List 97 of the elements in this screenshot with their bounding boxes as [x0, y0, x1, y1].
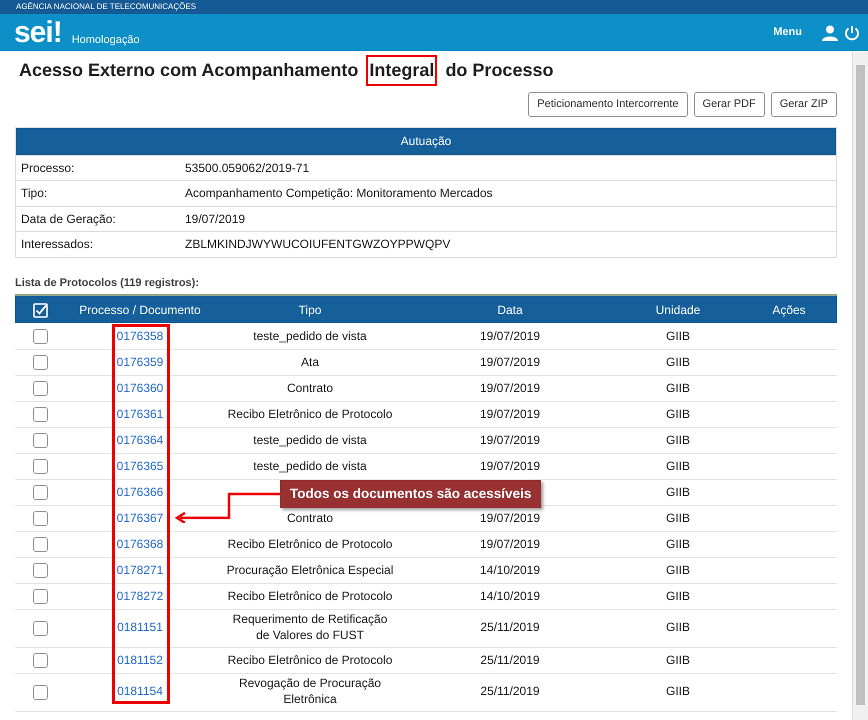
table-cell-text: teste_pedido de vista	[253, 328, 367, 345]
table-cell: 19/07/2019	[480, 328, 540, 343]
row-checkbox[interactable]	[32, 381, 48, 396]
table-cell: GIIB	[666, 407, 690, 421]
table-cell-text: Recibo Eletrônico de Protocolo	[228, 652, 392, 669]
row-checkbox[interactable]	[32, 511, 48, 526]
row-checkbox[interactable]	[32, 684, 48, 700]
callout-label: Todos os documentos são acessíveis	[280, 480, 542, 508]
menu-link[interactable]: Menu	[773, 24, 802, 41]
toolbar-button[interactable]: Gerar ZIP	[770, 92, 837, 116]
row-checkbox[interactable]	[32, 620, 48, 636]
toolbar-button[interactable]: Peticionamento Intercorrente	[528, 92, 688, 116]
column-header: Ações	[772, 302, 806, 316]
row-checkbox[interactable]	[32, 537, 48, 552]
field-label: Interessados:	[21, 236, 94, 254]
table-cell: 19/07/2019	[480, 433, 540, 447]
document-link[interactable]: 0181152	[117, 653, 163, 667]
agency-name: AGÊNCIA NACIONAL DE TELECOMUNICAÇÕES	[0, 0, 868, 14]
table-cell: GIIB	[666, 620, 690, 634]
table-cell-text: teste_pedido de vista	[253, 458, 367, 475]
row-checkbox[interactable]	[32, 355, 48, 370]
row-checkbox[interactable]	[32, 407, 48, 422]
table-cell: 19/07/2019	[480, 355, 540, 369]
logo[interactable]: sei!	[14, 18, 62, 48]
document-link[interactable]: 0181151	[117, 620, 163, 634]
document-link[interactable]: 0176361	[116, 407, 164, 421]
user-icon[interactable]	[822, 24, 838, 40]
document-link[interactable]: 0176368	[116, 537, 164, 551]
row-checkbox[interactable]	[32, 653, 48, 668]
table-cell: GIIB	[666, 537, 690, 551]
column-header: Data	[497, 302, 523, 316]
document-link[interactable]: 0176367	[116, 511, 164, 525]
document-link[interactable]: 0181154	[117, 684, 163, 698]
page-title: do Processo	[444, 59, 554, 82]
select-all-checkbox[interactable]	[32, 302, 48, 318]
table-cell-text: Revogação de Procuração Eletrônica	[238, 676, 382, 708]
table-cell: GIIB	[666, 433, 690, 447]
document-link[interactable]: 0176365	[116, 459, 164, 473]
column-header: Processo / Documento	[79, 302, 201, 316]
table-cell: GIIB	[666, 653, 690, 667]
table-cell-text: Recibo Eletrônico de Protocolo	[228, 536, 392, 553]
table-cell: GIIB	[666, 589, 690, 603]
document-link[interactable]: 0176364	[116, 433, 164, 447]
table-cell-text: Recibo Eletrônico de Protocolo	[228, 588, 392, 605]
toolbar-button[interactable]: Gerar PDF	[694, 92, 765, 116]
page-title: Integral	[366, 55, 438, 86]
table-cell: GIIB	[666, 684, 690, 698]
document-link[interactable]: 0176366	[116, 485, 164, 499]
field-label: Data de Geração:	[21, 210, 117, 228]
table-cell-text: Ata	[300, 354, 319, 371]
document-link[interactable]: 0178271	[116, 563, 164, 577]
field-label: Tipo:	[21, 185, 48, 202]
table-cell: GIIB	[666, 563, 690, 577]
table-cell: 25/11/2019	[480, 684, 540, 698]
table-cell-text: teste_pedido de vista	[253, 432, 367, 449]
table-cell: GIIB	[666, 381, 690, 395]
field-label: Processo:	[21, 160, 76, 177]
table-cell-text: Contrato	[286, 510, 334, 527]
table-cell: 19/07/2019	[480, 537, 540, 551]
row-checkbox[interactable]	[32, 433, 48, 448]
section-header: Autuação	[16, 128, 836, 154]
document-link[interactable]: 0176360	[116, 381, 164, 395]
document-link[interactable]: 0176359	[116, 355, 164, 369]
table-cell-text: Contrato	[286, 380, 334, 397]
table-cell: 19/07/2019	[480, 407, 540, 421]
row-checkbox[interactable]	[32, 589, 48, 604]
table-cell: 19/07/2019	[480, 511, 540, 525]
table-cell: GIIB	[666, 511, 690, 525]
column-header: Unidade	[656, 302, 700, 316]
column-header: Tipo	[298, 302, 322, 316]
field-value: ZBLMKINDJWYWUCOIUFENTGWZOYPPWQPV	[185, 236, 450, 254]
table-cell: GIIB	[666, 485, 690, 499]
power-icon[interactable]	[844, 24, 860, 40]
scrollbar-thumb[interactable]	[856, 65, 865, 705]
row-checkbox[interactable]	[32, 329, 48, 344]
table-cell: GIIB	[666, 355, 690, 369]
row-checkbox[interactable]	[32, 563, 48, 578]
page-title: Acesso Externo com Acompanhamento	[18, 59, 360, 82]
table-cell: GIIB	[666, 328, 690, 343]
table-cell: 25/11/2019	[480, 620, 540, 634]
environment-label: Homologação	[72, 33, 140, 48]
table-cell-text: Recibo Eletrônico de Protocolo	[228, 406, 392, 423]
row-checkbox[interactable]	[32, 459, 48, 474]
table-cell: 14/10/2019	[480, 589, 540, 603]
table-cell: 14/10/2019	[480, 563, 540, 577]
table-cell: 19/07/2019	[480, 381, 540, 395]
field-value: Acompanhamento Competição: Monitoramento Mercados	[185, 185, 492, 202]
table-cell: 25/11/2019	[480, 653, 540, 667]
document-link[interactable]: 0178272	[116, 589, 164, 603]
table-cell-text: Procuração Eletrônica Especial	[226, 562, 394, 579]
table-cell: GIIB	[666, 459, 690, 473]
table-cell-text: Requerimento de Retificação de Valores do FUST	[232, 612, 388, 644]
document-link[interactable]: 0176358	[116, 328, 164, 343]
table-cell: 19/07/2019	[480, 459, 540, 473]
field-value: 53500.059062/2019-71	[185, 160, 310, 177]
field-value: 19/07/2019	[185, 210, 246, 228]
row-checkbox[interactable]	[32, 485, 48, 500]
